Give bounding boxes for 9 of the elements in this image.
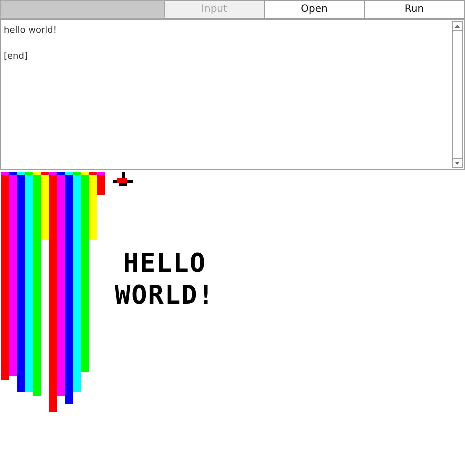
- console-line: hello world!: [4, 25, 58, 38]
- canvas-text: WORLD!: [115, 280, 215, 312]
- toolbar-button[interactable]: Open: [265, 0, 365, 19]
- scrollbar[interactable]: [452, 21, 463, 168]
- console-line: [end]: [4, 51, 29, 64]
- canvas-text: HELLO: [123, 248, 207, 280]
- toolbar-button[interactable]: Run: [365, 0, 465, 19]
- bird-sprite-icon: [113, 172, 133, 187]
- scroll-down-icon[interactable]: [452, 158, 463, 168]
